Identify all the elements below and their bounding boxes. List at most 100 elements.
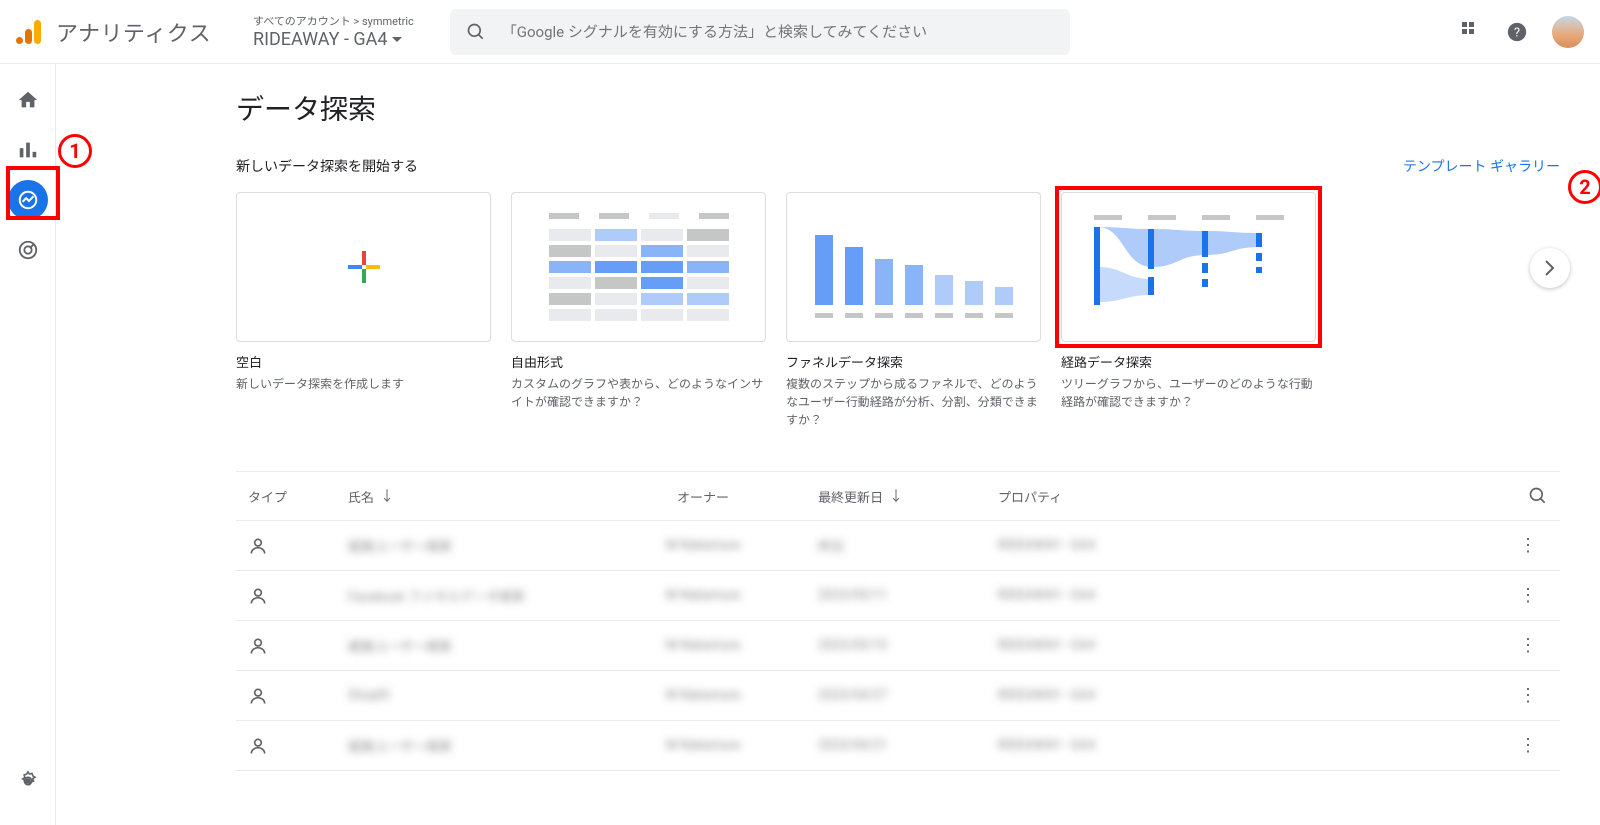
template-thumb-path <box>1061 192 1316 342</box>
row-name: Facebook ファネルデータ探索 <box>348 586 588 605</box>
help-icon[interactable]: ? <box>1506 21 1528 43</box>
row-owner: M Nakamura <box>588 538 818 553</box>
template-title: 自由形式 <box>511 352 766 371</box>
template-desc: ツリーグラフから、ユーザーのどのような行動経路が確認できますか？ <box>1061 375 1316 411</box>
template-card-path[interactable]: 経路データ探索 ツリーグラフから、ユーザーのどのような行動経路が確認できますか？ <box>1061 192 1316 429</box>
table-row[interactable]: 経路ユーザー探索 M Nakamura 2023/04/21 RIDEAWAY … <box>236 721 1560 771</box>
template-card-funnel[interactable]: ファネルデータ探索 複数のステップから成るファネルで、どのようなユーザー行動経路… <box>786 192 1041 429</box>
table-header: タイプ 氏名 ↓ オーナー 最終更新日 ↓ プロパティ <box>236 472 1560 521</box>
logo-block: アナリティクス <box>16 16 236 48</box>
template-title: 空白 <box>236 352 491 371</box>
property-name-text: RIDEAWAY - GA4 <box>253 29 388 50</box>
template-gallery-link[interactable]: テンプレート ギャラリー <box>1403 156 1560 176</box>
row-owner: M Nakamura <box>588 738 818 753</box>
template-thumb-blank <box>236 192 491 342</box>
row-date: 2023/04/21 <box>818 738 998 753</box>
search-icon <box>1528 486 1548 506</box>
template-card-blank[interactable]: 空白 新しいデータ探索を作成します <box>236 192 491 429</box>
nav-explore[interactable] <box>8 180 48 220</box>
col-header-name[interactable]: 氏名 ↓ <box>348 486 588 506</box>
nav-advertising[interactable] <box>8 230 48 270</box>
main-content: データ探索 新しいデータ探索を開始する テンプレート ギャラリー <box>56 64 1600 825</box>
row-actions[interactable]: ⋮ <box>1508 585 1548 606</box>
chevron-down-icon <box>392 37 402 43</box>
row-property: RIDEAWAY - GA4 <box>998 588 1218 603</box>
col-header-owner: オーナー <box>588 487 818 506</box>
table-row[interactable]: 経路ユーザー探索 M Nakamura 2023/05/10 RIDEAWAY … <box>236 621 1560 671</box>
col-header-name-text: 氏名 <box>348 487 374 506</box>
col-header-date-text: 最終更新日 <box>818 487 883 506</box>
sort-arrow-down-icon: ↓ <box>889 486 903 506</box>
row-owner: M Nakamura <box>588 588 818 603</box>
row-property: RIDEAWAY - GA4 <box>998 538 1218 553</box>
template-thumb-funnel <box>786 192 1041 342</box>
app-header: アナリティクス すべてのアカウント > symmetric RIDEAWAY -… <box>0 0 1600 64</box>
row-date: 2023/05/11 <box>818 588 998 603</box>
row-name: 経路ユーザー探索 <box>348 736 588 755</box>
account-selector[interactable]: すべてのアカウント > symmetric RIDEAWAY - GA4 <box>236 13 430 50</box>
row-property: RIDEAWAY - GA4 <box>998 688 1218 703</box>
start-new-label: 新しいデータ探索を開始する <box>236 156 418 176</box>
kebab-icon: ⋮ <box>1519 685 1537 706</box>
search-bar[interactable] <box>450 9 1070 55</box>
search-icon <box>466 22 486 42</box>
row-date: 昨日 <box>818 536 998 555</box>
template-card-freeform[interactable]: 自由形式 カスタムのグラフや表から、どのようなインサイトが確認できますか？ <box>511 192 766 429</box>
kebab-icon: ⋮ <box>1519 635 1537 656</box>
product-name: アナリティクス <box>56 16 211 48</box>
side-nav: 1 <box>0 64 56 825</box>
sort-arrow-down-icon: ↓ <box>380 486 394 506</box>
property-name: RIDEAWAY - GA4 <box>253 29 414 50</box>
templates-next-button[interactable] <box>1530 248 1570 288</box>
row-name: ShopID <box>348 688 588 703</box>
col-header-date[interactable]: 最終更新日 ↓ <box>818 486 998 506</box>
table-row[interactable]: ShopID M Nakamura 2023/04/27 RIDEAWAY - … <box>236 671 1560 721</box>
row-owner: M Nakamura <box>588 688 818 703</box>
row-property: RIDEAWAY - GA4 <box>998 638 1218 653</box>
row-actions[interactable]: ⋮ <box>1508 735 1548 756</box>
row-type-icon <box>248 536 348 556</box>
user-avatar[interactable] <box>1552 16 1584 48</box>
template-desc: カスタムのグラフや表から、どのようなインサイトが確認できますか？ <box>511 375 766 411</box>
table-search[interactable] <box>1528 486 1548 506</box>
templates-header: 新しいデータ探索を開始する テンプレート ギャラリー <box>236 156 1560 176</box>
svg-text:?: ? <box>1514 25 1520 40</box>
nav-admin[interactable] <box>8 761 48 801</box>
row-owner: M Nakamura <box>588 638 818 653</box>
apps-icon[interactable] <box>1462 22 1482 42</box>
row-type-icon <box>248 736 348 756</box>
table-row[interactable]: Facebook ファネルデータ探索 M Nakamura 2023/05/11… <box>236 571 1560 621</box>
row-name: 経路ユーザー探索 <box>348 636 588 655</box>
row-name: 経路ユーザー探索 <box>348 536 588 555</box>
row-type-icon <box>248 586 348 606</box>
nav-home[interactable] <box>8 80 48 120</box>
row-date: 2023/05/10 <box>818 638 998 653</box>
row-date: 2023/04/27 <box>818 688 998 703</box>
row-property: RIDEAWAY - GA4 <box>998 738 1218 753</box>
analytics-logo-icon <box>16 18 44 46</box>
col-header-property: プロパティ <box>998 487 1218 506</box>
template-title: 経路データ探索 <box>1061 352 1316 371</box>
explorations-table: タイプ 氏名 ↓ オーナー 最終更新日 ↓ プロパティ <box>236 471 1560 771</box>
row-actions[interactable]: ⋮ <box>1508 635 1548 656</box>
nav-reports[interactable] <box>8 130 48 170</box>
table-row[interactable]: 経路ユーザー探索 M Nakamura 昨日 RIDEAWAY - GA4 ⋮ <box>236 521 1560 571</box>
templates-row: 空白 新しいデータ探索を作成します 自由形式 <box>236 192 1560 429</box>
annotation-badge-1: 1 <box>58 134 92 168</box>
header-actions: ? <box>1462 16 1584 48</box>
kebab-icon: ⋮ <box>1519 735 1537 756</box>
kebab-icon: ⋮ <box>1519 585 1537 606</box>
kebab-icon: ⋮ <box>1519 535 1537 556</box>
row-actions[interactable]: ⋮ <box>1508 685 1548 706</box>
template-title: ファネルデータ探索 <box>786 352 1041 371</box>
col-header-type: タイプ <box>248 487 348 506</box>
account-path: すべてのアカウント > symmetric <box>253 13 414 29</box>
plus-icon <box>346 249 382 285</box>
template-thumb-freeform <box>511 192 766 342</box>
page-title: データ探索 <box>236 88 1560 128</box>
search-input[interactable] <box>502 23 1054 41</box>
annotation-badge-2: 2 <box>1568 170 1600 204</box>
row-actions[interactable]: ⋮ <box>1508 535 1548 556</box>
template-desc: 複数のステップから成るファネルで、どのようなユーザー行動経路が分析、分割、分類で… <box>786 375 1041 429</box>
row-type-icon <box>248 636 348 656</box>
